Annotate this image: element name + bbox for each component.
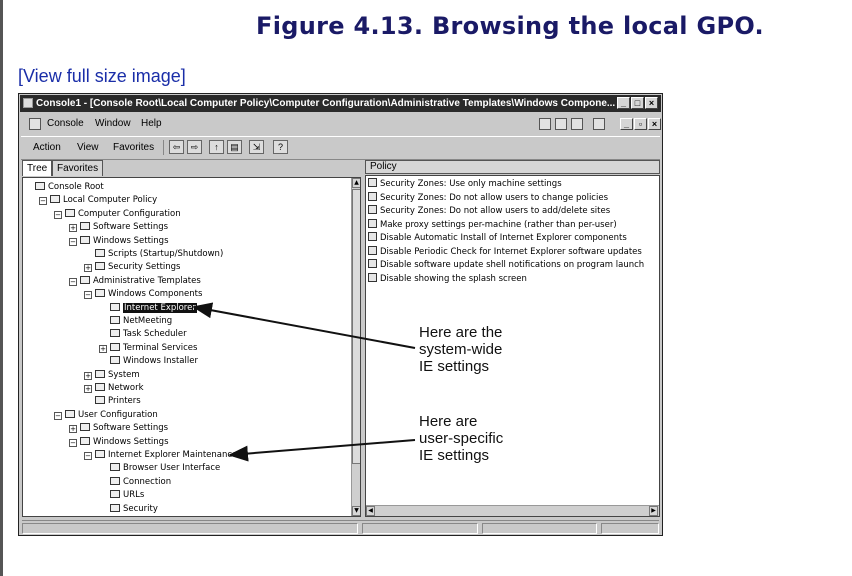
callout-arrows <box>192 302 416 462</box>
arrow-to-ie-maintenance <box>228 439 416 462</box>
arrow-to-internet-explorer <box>192 302 416 349</box>
